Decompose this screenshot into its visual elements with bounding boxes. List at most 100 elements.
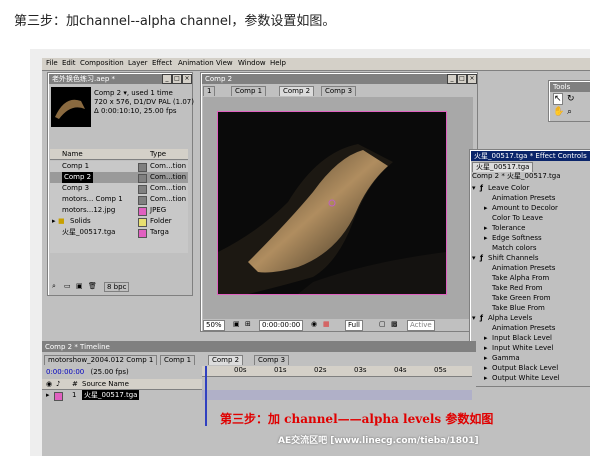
safe-zones-icon[interactable]: ▣	[233, 320, 240, 329]
project-item[interactable]: ▸ ■ Solids Folder	[50, 216, 188, 227]
search-icon[interactable]: ⌕	[52, 281, 56, 292]
region-icon[interactable]: ▢	[379, 320, 386, 329]
layer-duration-bar[interactable]	[202, 390, 472, 400]
eye-icon[interactable]: ◉	[46, 379, 52, 389]
column-name[interactable]: Name	[62, 149, 83, 159]
close-icon[interactable]: ×	[182, 74, 192, 84]
timeline-layer-row[interactable]: ▸ 1 火星_00517.tga	[42, 390, 202, 401]
expand-arrow-icon[interactable]: ▸	[484, 223, 488, 233]
tab-comp-3[interactable]: Comp 3	[321, 86, 357, 96]
menu-composition[interactable]: Composition	[80, 59, 124, 67]
effect-property-row[interactable]: Color To Leave	[470, 213, 590, 223]
comp-canvas[interactable]	[217, 111, 447, 295]
effect-property-row[interactable]: Animation PresetsNone	[470, 323, 590, 333]
trash-icon[interactable]: 🗑	[88, 281, 97, 292]
time-ruler[interactable]: 00s 01s 02s 03s 04s 05s	[202, 366, 472, 377]
transparency-icon[interactable]: ▩	[391, 320, 398, 329]
effect-header-row[interactable]: ▾ƒLeave ColorReset	[470, 183, 590, 193]
expand-arrow-icon[interactable]: ▸	[484, 363, 488, 373]
tab-comp-1[interactable]: Comp 1	[231, 86, 267, 96]
menu-window[interactable]: Window	[238, 59, 266, 67]
hand-tool-icon[interactable]: ✋	[553, 106, 564, 118]
effect-property-row[interactable]: Take Green FromGreen	[470, 293, 590, 303]
selection-tool-icon[interactable]: ↖	[553, 93, 563, 105]
menu-layer[interactable]: Layer	[128, 59, 148, 67]
current-time-indicator[interactable]	[205, 366, 207, 426]
maximize-icon[interactable]: □	[172, 74, 182, 84]
project-item[interactable]: 火星_00517.tga Targa	[50, 227, 188, 238]
view-select[interactable]: Active	[407, 320, 435, 331]
tab-comp-2[interactable]: Comp 2	[208, 355, 244, 365]
effect-property-row[interactable]: Animation PresetsNone	[470, 263, 590, 273]
project-item[interactable]: motors... Comp 1 Com...tion	[50, 194, 188, 205]
effect-property-row[interactable]: Take Blue FromBlue	[470, 303, 590, 313]
effect-property-row[interactable]: ▸Input White Level60	[470, 343, 590, 353]
project-item[interactable]: Comp 2 Com...tion	[50, 172, 188, 183]
channel-icon[interactable]: ▦	[323, 320, 330, 329]
column-number[interactable]: #	[72, 379, 78, 389]
label-color[interactable]	[54, 392, 63, 401]
expand-arrow-icon[interactable]: ▸	[46, 390, 50, 400]
timecode-display[interactable]: 0:00:00:00	[259, 320, 304, 331]
snapshot-icon[interactable]: ◉	[311, 320, 317, 329]
column-source-name[interactable]: Source Name	[82, 379, 129, 389]
column-type[interactable]: Type	[150, 149, 166, 159]
timeline-timecode[interactable]: 0:00:00:00	[46, 368, 84, 376]
tab-motorshow[interactable]: motorshow_2004.012 Comp 1	[44, 355, 158, 365]
tab-comp-2[interactable]: Comp 2	[279, 86, 315, 96]
comp-viewer[interactable]	[203, 97, 473, 319]
menu-animation[interactable]: Animation	[178, 59, 214, 67]
audio-icon[interactable]: ♪	[56, 379, 60, 389]
folder-icon[interactable]: ▭	[64, 281, 71, 292]
effect-property-row[interactable]: ▸Input Black Level0	[470, 333, 590, 343]
menu-edit[interactable]: Edit	[62, 59, 76, 67]
rotate-tool-icon[interactable]: ↻	[567, 93, 575, 105]
expand-arrow-icon[interactable]: ▸	[484, 353, 488, 363]
tab-1[interactable]: 1	[203, 86, 216, 96]
project-item[interactable]: Comp 3 Com...tion	[50, 183, 188, 194]
expand-arrow-icon[interactable]: ▾	[472, 253, 476, 263]
effect-property-row[interactable]: Take Alpha FromSaturation	[470, 273, 590, 283]
resolution-select[interactable]: Full	[345, 320, 363, 331]
expand-arrow-icon[interactable]: ▸	[484, 333, 488, 343]
expand-arrow-icon[interactable]: ▸	[484, 203, 488, 213]
layer-name[interactable]: 火星_00517.tga	[82, 390, 140, 400]
effect-property-row[interactable]: ▸Tolerance42.0%	[470, 223, 590, 233]
bit-depth-button[interactable]: 8 bpc	[104, 282, 130, 292]
close-icon[interactable]: ×	[467, 74, 477, 84]
project-item[interactable]: Comp 1 Com...tion	[50, 161, 188, 172]
effect-property-row[interactable]: ▸Amount to Decolor100.0%	[470, 203, 590, 213]
effect-property-row[interactable]: ▸Edge Softness12.0%	[470, 233, 590, 243]
effect-header-row[interactable]: ▾ƒShift ChannelsReset	[470, 253, 590, 263]
effect-property-row[interactable]: ▸Output White Level255	[470, 373, 590, 383]
expand-arrow-icon[interactable]: ▸	[52, 216, 56, 227]
effect-toggle-icon[interactable]: ƒ	[480, 253, 483, 263]
tab-comp-3[interactable]: Comp 3	[254, 355, 290, 365]
menu-effect[interactable]: Effect	[152, 59, 172, 67]
zoom-tool-icon[interactable]: ⌕	[567, 106, 572, 118]
menu-file[interactable]: File	[46, 59, 58, 67]
effect-property-row[interactable]: ▸Output Black Level0	[470, 363, 590, 373]
minimize-icon[interactable]: _	[162, 74, 172, 84]
new-comp-icon[interactable]: ▣	[76, 281, 83, 292]
expand-arrow-icon[interactable]: ▸	[484, 233, 488, 243]
effect-toggle-icon[interactable]: ƒ	[480, 183, 483, 193]
expand-arrow-icon[interactable]: ▸	[484, 373, 488, 383]
minimize-icon[interactable]: _	[447, 74, 457, 84]
expand-arrow-icon[interactable]: ▾	[472, 183, 476, 193]
tab-effect-layer[interactable]: 火星_00517.tga	[472, 162, 534, 172]
effect-toggle-icon[interactable]: ƒ	[480, 313, 483, 323]
effect-property-row[interactable]: Animation PresetsNone	[470, 193, 590, 203]
maximize-icon[interactable]: □	[457, 74, 467, 84]
expand-arrow-icon[interactable]: ▾	[472, 313, 476, 323]
zoom-select[interactable]: 50%	[203, 320, 225, 331]
effect-property-row[interactable]: Match colorsUsing RGB	[470, 243, 590, 253]
menu-view[interactable]: View	[216, 59, 233, 67]
menu-help[interactable]: Help	[270, 59, 286, 67]
effect-property-row[interactable]: Take Red FromRed	[470, 283, 590, 293]
effect-header-row[interactable]: ▾ƒAlpha LevelsReset	[470, 313, 590, 323]
effect-property-row[interactable]: ▸Gamma1.00	[470, 353, 590, 363]
project-item[interactable]: motors...12.jpg JPEG	[50, 205, 188, 216]
tab-comp-1[interactable]: Comp 1	[160, 355, 196, 365]
grid-icon[interactable]: ⊞	[245, 320, 251, 329]
